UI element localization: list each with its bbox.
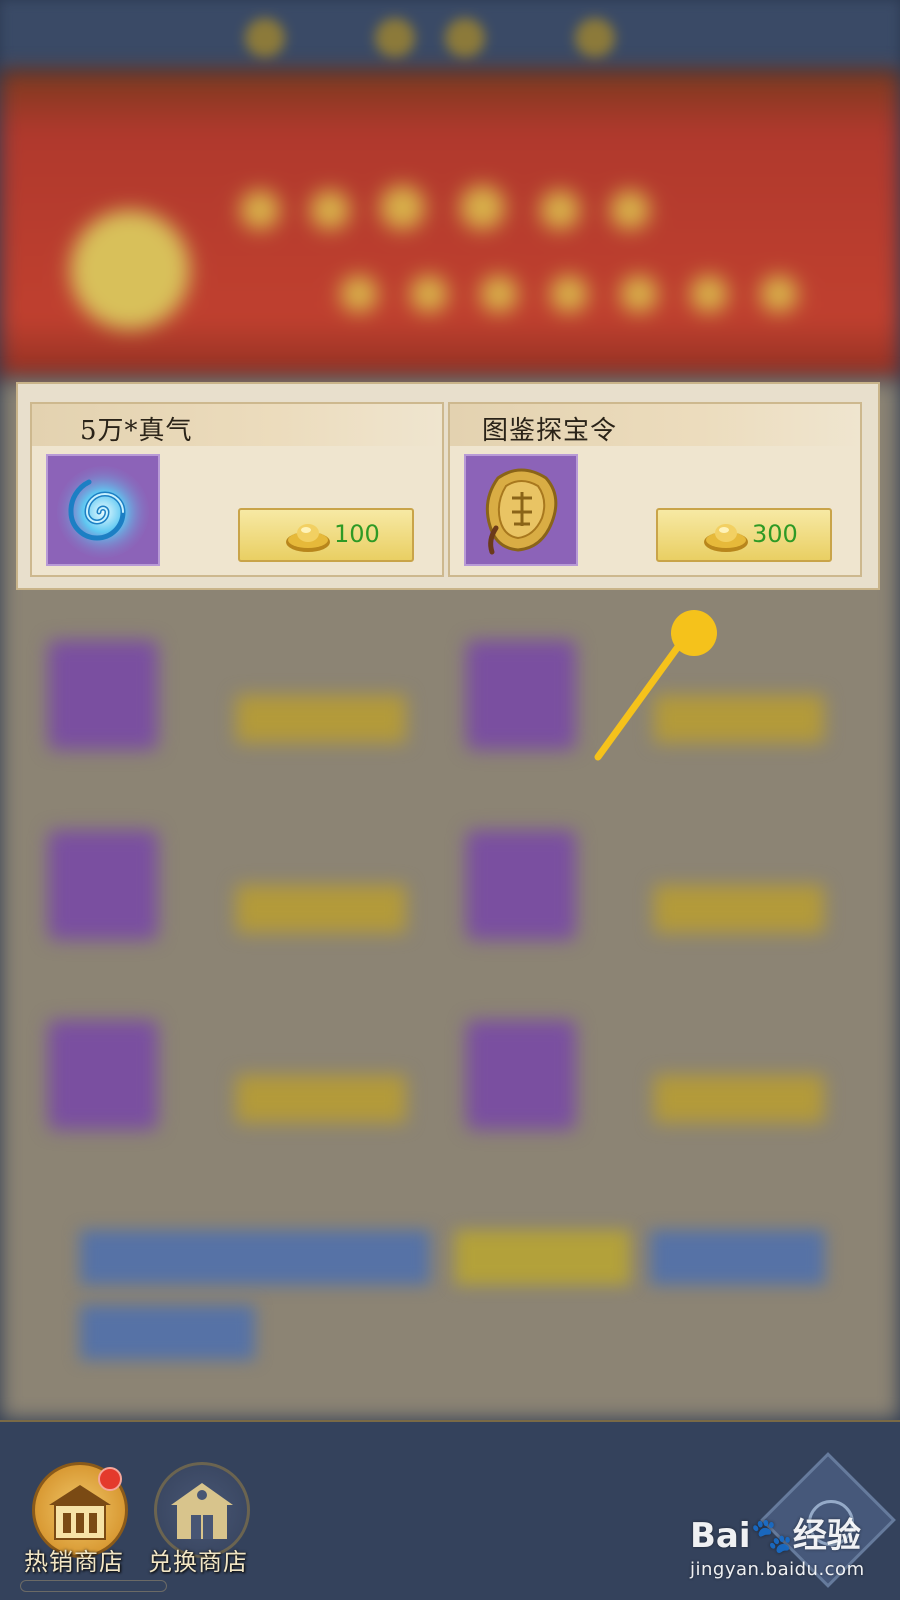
shop-card-tujian[interactable]: 图鉴探宝令 300 [448, 402, 862, 577]
paw-icon: 🐾 [750, 1516, 793, 1556]
notification-dot [98, 1467, 122, 1491]
gold-ingot-icon [284, 520, 332, 554]
exchange-shop-label[interactable]: 兑换商店 [148, 1542, 248, 1577]
buy-button-tujian[interactable]: 300 [656, 508, 832, 562]
price-text: 300 [752, 520, 798, 548]
blurred-event-banner [0, 70, 900, 380]
baidu-watermark: Bai🐾经验 jingyan.baidu.com [690, 1508, 865, 1580]
card-title: 图鉴探宝令 [482, 416, 618, 446]
buy-button-zhenqi[interactable]: 100 [238, 508, 414, 562]
watermark-url: jingyan.baidu.com [690, 1559, 865, 1580]
blurred-top-bar [0, 0, 900, 70]
treasure-token-icon[interactable] [464, 454, 578, 566]
price-text: 100 [334, 520, 380, 548]
shop-card-zhenqi[interactable]: 5万*真气 100 [30, 402, 444, 577]
hot-shop-label[interactable]: 热销商店 [24, 1542, 124, 1577]
watermark-brand-prefix: Bai [690, 1516, 751, 1556]
blurred-background [0, 0, 900, 1600]
highlighted-shop-row: 5万*真气 100 图鉴探宝令 300 [16, 382, 880, 590]
pointer-annotation [570, 605, 740, 765]
watermark-brand-suffix: 经验 [792, 1516, 861, 1556]
gold-ingot-icon [702, 520, 750, 554]
spiral-energy-icon[interactable] [46, 454, 160, 566]
card-title: 5万*真气 [80, 416, 193, 446]
